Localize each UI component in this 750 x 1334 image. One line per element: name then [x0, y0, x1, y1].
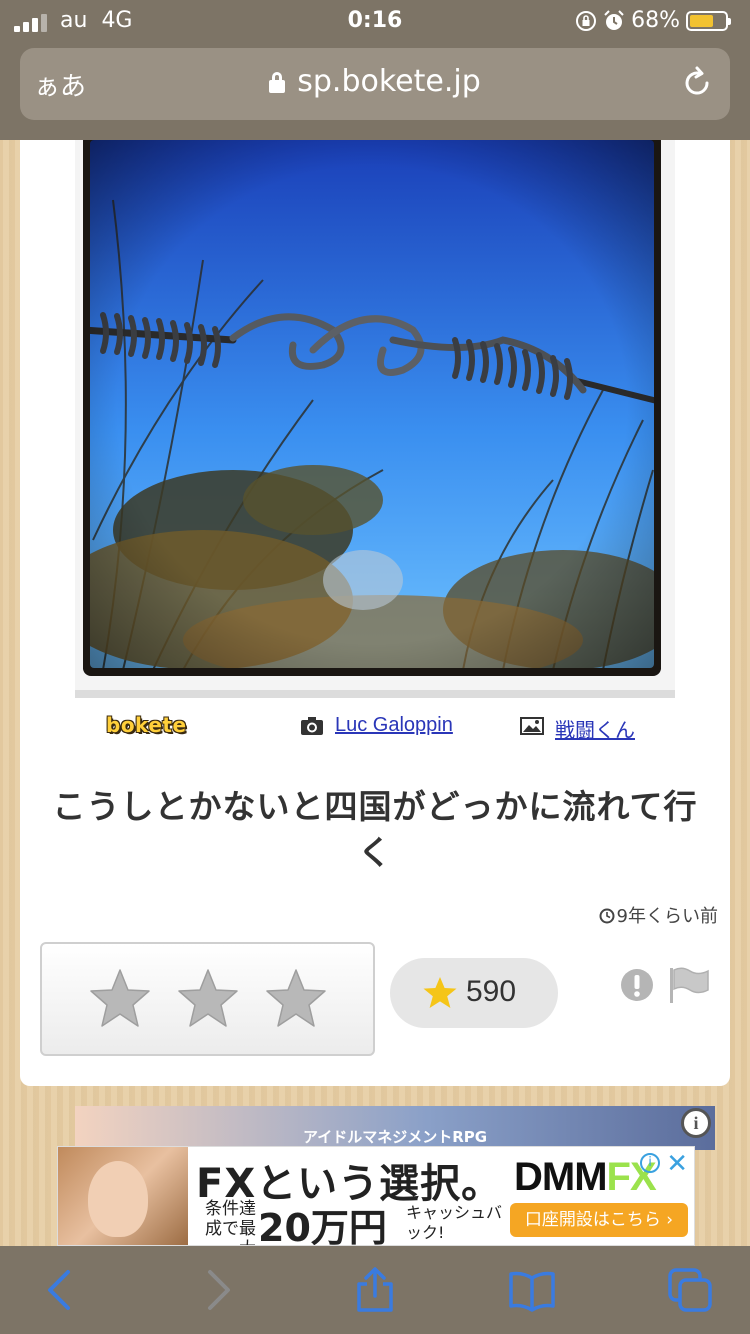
- lock-icon: [269, 71, 286, 93]
- star-icon: [423, 977, 457, 1008]
- battery-percent: 68%: [631, 8, 680, 33]
- ad-choices-icon[interactable]: i: [640, 1153, 660, 1173]
- rating-box: [40, 942, 375, 1056]
- browser-bottom-toolbar: [0, 1246, 750, 1334]
- clock-icon: [599, 908, 615, 924]
- url-text: sp.bokete.jp: [297, 64, 481, 99]
- battery-icon: [686, 10, 731, 31]
- score-badge: 590: [390, 958, 558, 1028]
- browser-top-chrome: au 4G 0:16 68% ぁあ sp.bokete.jp: [0, 0, 750, 140]
- share-icon[interactable]: [351, 1266, 399, 1314]
- ad-info-icon[interactable]: i: [681, 1108, 711, 1138]
- address-bar[interactable]: ぁあ sp.bokete.jp: [20, 48, 730, 120]
- image-icon: [520, 717, 544, 735]
- star-icon[interactable]: [264, 966, 328, 1030]
- bookmarks-icon[interactable]: [508, 1266, 556, 1314]
- alarm-icon: [603, 9, 625, 32]
- bokete-logo[interactable]: bokete: [106, 713, 187, 737]
- post-card: bokete Luc Galoppin 戦闘くん こうしとかないと四国がどっかに…: [20, 140, 730, 1086]
- ad-close-button[interactable]: ✕: [666, 1149, 688, 1179]
- post-caption: こうしとかないと四国がどっかに流れて行く: [52, 787, 698, 872]
- star-icon[interactable]: [176, 966, 240, 1030]
- post-time: 9年くらい前: [599, 902, 718, 928]
- flag-icon[interactable]: [668, 966, 712, 1004]
- status-bar: au 4G 0:16 68%: [0, 0, 750, 44]
- photo-frame: [75, 140, 675, 698]
- photographer-link[interactable]: Luc Galoppin: [335, 714, 453, 737]
- tabs-icon[interactable]: [666, 1266, 714, 1314]
- author-link[interactable]: 戦闘くん: [555, 714, 635, 743]
- back-icon[interactable]: [36, 1266, 84, 1314]
- star-icon[interactable]: [88, 966, 152, 1030]
- ad-model-image: [58, 1147, 188, 1245]
- ad-amount: 20万円: [258, 1206, 387, 1246]
- post-meta-row: bokete Luc Galoppin 戦闘くん: [20, 706, 730, 746]
- ad-fx-banner[interactable]: FXという選択。 条件達成で最大 20万円 キャッシュバック! DMMFX 口座…: [57, 1146, 695, 1246]
- reload-icon[interactable]: [680, 66, 714, 100]
- ad-brand-logo: DMMFX: [514, 1155, 657, 1199]
- report-icon[interactable]: [620, 968, 654, 1002]
- score-value: 590: [466, 975, 517, 1008]
- time-ago-text: 9年くらい前: [616, 906, 718, 927]
- ad-game-banner[interactable]: アイドルマネジメントRPG: [75, 1106, 715, 1150]
- ad-game-title: アイドルマネジメントRPG: [302, 1128, 488, 1146]
- ad-condition: 条件達成で最大: [205, 1199, 256, 1245]
- status-right-group: 68%: [575, 8, 731, 33]
- ad-cta-button[interactable]: 口座開設はこちら ›: [510, 1203, 688, 1237]
- ad-cashback: キャッシュバック!: [406, 1203, 503, 1242]
- camera-icon: [301, 717, 323, 735]
- forward-icon[interactable]: [194, 1266, 242, 1314]
- orientation-lock-icon: [575, 10, 597, 32]
- post-photo[interactable]: [83, 140, 661, 676]
- url-display[interactable]: sp.bokete.jp: [20, 64, 730, 99]
